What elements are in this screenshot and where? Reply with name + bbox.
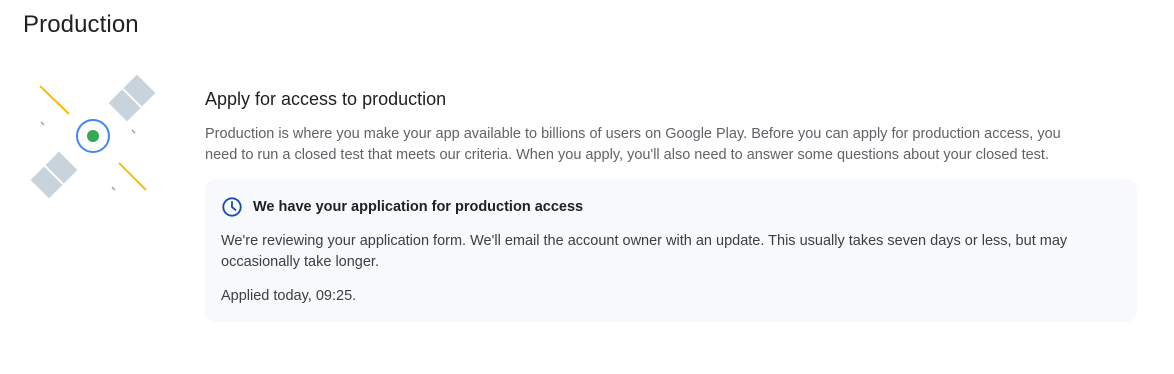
application-status-card: We have your application for production … (205, 179, 1137, 322)
beam-bottom (118, 162, 147, 191)
satellite-core (87, 130, 99, 142)
status-header: We have your application for production … (221, 196, 1121, 218)
applied-timestamp: Applied today, 09:25. (221, 288, 357, 304)
clock-icon (222, 197, 242, 217)
satellite-icon (30, 74, 156, 198)
section-heading: Apply for access to production (205, 89, 447, 109)
production-section: Apply for access to production Productio… (205, 88, 1138, 322)
status-body: We're reviewing your application form. W… (221, 233, 1068, 270)
page-title: Production (23, 11, 139, 38)
beam-top (39, 85, 70, 115)
spark-1 (40, 121, 45, 126)
spark-2 (131, 129, 136, 134)
status-title: We have your application for production … (253, 199, 584, 215)
production-page: Production Apply for access to productio… (0, 0, 1174, 374)
section-description: Production is where you make your app av… (205, 126, 1061, 163)
solar-panel-bottom (30, 151, 78, 198)
spark-3 (111, 186, 116, 191)
solar-panel-top (108, 74, 156, 122)
